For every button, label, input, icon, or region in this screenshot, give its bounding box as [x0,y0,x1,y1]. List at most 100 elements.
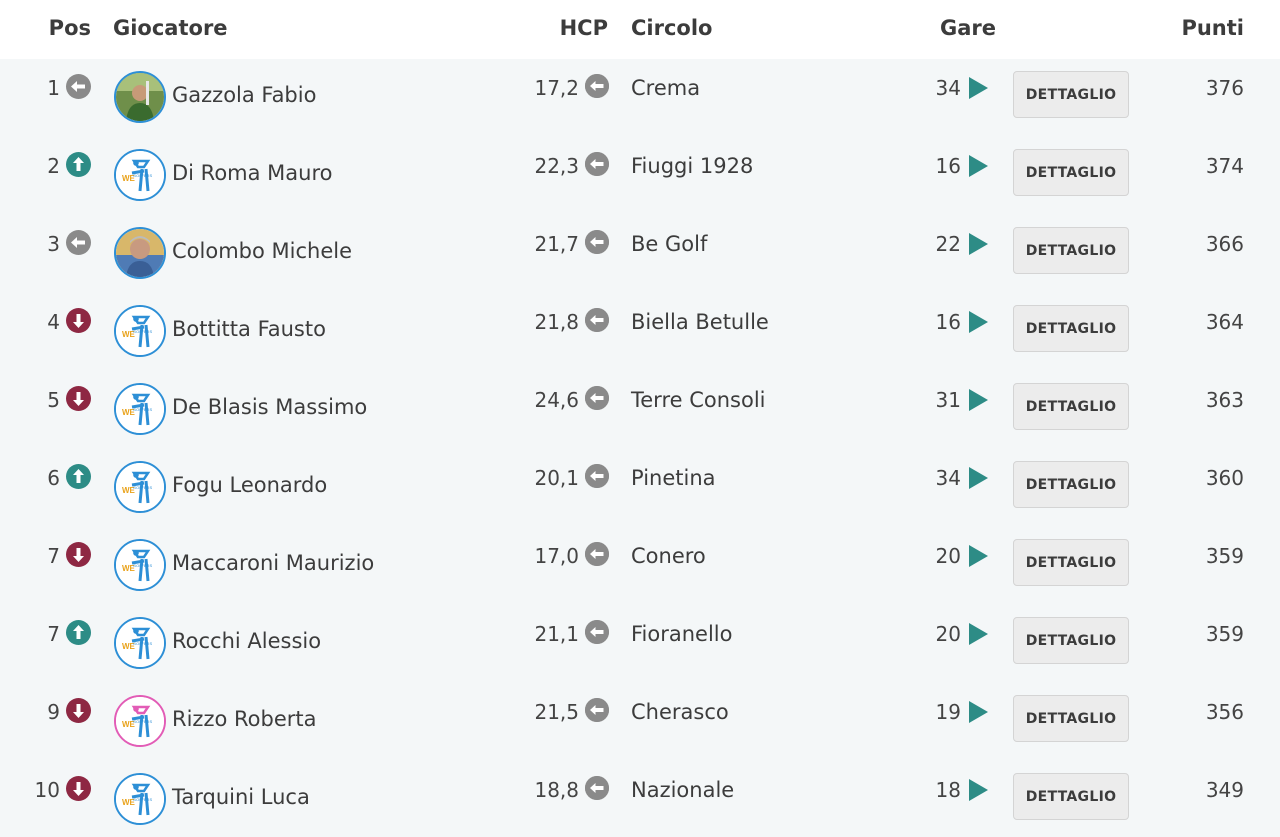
dettaglio-button[interactable]: DETTAGLIO [1013,149,1129,196]
table-row: 7 WE GOLFERS Maccaroni Maurizio 17,0 Conero 20… [0,527,1280,605]
play-icon[interactable] [969,233,988,255]
play-icon[interactable] [969,545,988,567]
player-points: 360 [1205,466,1244,490]
position-number: 6 [47,466,60,490]
races-count: 20 [935,544,961,568]
table-row: 10 WE GOLFERS Tarquini Luca 18,8 Nazionale 18 D… [0,761,1280,837]
player-club: Crema [631,76,701,100]
player-club: Biella Betulle [631,310,769,334]
player-name[interactable]: Colombo Michele [172,239,352,263]
svg-text:GOLFERS: GOLFERS [133,485,152,490]
hcp-trend-icon [585,308,609,332]
player-club: Pinetina [631,466,716,490]
player-avatar[interactable]: WE GOLFERS [114,305,166,357]
player-avatar[interactable]: WE GOLFERS [114,461,166,513]
player-club: Terre Consoli [631,388,766,412]
player-avatar[interactable]: WE GOLFERS [114,383,166,435]
races-count: 16 [935,310,961,334]
player-name[interactable]: Tarquini Luca [172,785,310,809]
races-count: 18 [935,778,961,802]
player-name[interactable]: Rizzo Roberta [172,707,316,731]
dettaglio-button[interactable]: DETTAGLIO [1013,773,1129,820]
position-number: 9 [47,700,60,724]
trend-down-icon [66,308,91,333]
player-avatar[interactable]: WE GOLFERS [114,773,166,825]
player-avatar[interactable]: WE GOLFERS [114,149,166,201]
player-club: Fioranello [631,622,733,646]
trend-up-icon [66,464,91,489]
play-icon[interactable] [969,77,988,99]
dettaglio-button[interactable]: DETTAGLIO [1013,227,1129,274]
player-hcp: 21,8 [534,310,579,334]
dettaglio-button[interactable]: DETTAGLIO [1013,539,1129,586]
trend-up-icon [66,152,91,177]
table-row: 3 Colombo Michele 21,7 Be Golf 22 DETTAGLIO 36… [0,215,1280,293]
dettaglio-button[interactable]: DETTAGLIO [1013,617,1129,664]
table-row: 4 WE GOLFERS Bottitta Fausto 21,8 Biella Betu… [0,293,1280,371]
player-name[interactable]: Bottitta Fausto [172,317,326,341]
player-avatar[interactable]: WE GOLFERS [114,617,166,669]
column-header-circolo: Circolo [631,16,713,40]
dettaglio-button[interactable]: DETTAGLIO [1013,305,1129,352]
svg-text:GOLFERS: GOLFERS [133,797,152,802]
column-header-punti: Punti [1181,16,1244,40]
player-hcp: 17,0 [534,544,579,568]
table-row: 2 WE GOLFERS Di Roma Mauro 22,3 Fiuggi 1928 16… [0,137,1280,215]
position-number: 10 [34,778,60,802]
player-hcp: 17,2 [534,76,579,100]
play-icon[interactable] [969,623,988,645]
player-name[interactable]: Di Roma Mauro [172,161,333,185]
player-name[interactable]: Gazzola Fabio [172,83,316,107]
hcp-trend-icon [585,464,609,488]
player-name[interactable]: De Blasis Massimo [172,395,367,419]
player-avatar[interactable]: WE GOLFERS [114,695,166,747]
races-count: 19 [935,700,961,724]
trend-down-icon [66,698,91,723]
hcp-trend-icon [585,542,609,566]
races-count: 16 [935,154,961,178]
play-icon[interactable] [969,155,988,177]
player-points: 356 [1205,700,1244,724]
player-avatar[interactable]: WE GOLFERS [114,539,166,591]
player-points: 363 [1205,388,1244,412]
trend-up-icon [66,620,91,645]
column-header-hcp: HCP [559,16,608,40]
position-number: 7 [47,544,60,568]
player-avatar[interactable] [114,227,166,279]
player-club: Fiuggi 1928 [631,154,754,178]
play-icon[interactable] [969,779,988,801]
svg-text:GOLFERS: GOLFERS [133,407,152,412]
table-row: 6 WE GOLFERS Fogu Leonardo 20,1 Pinetina 34 DET… [0,449,1280,527]
play-icon[interactable] [969,701,988,723]
position-number: 3 [47,232,60,256]
races-count: 22 [935,232,961,256]
player-points: 364 [1205,310,1244,334]
hcp-trend-icon [585,386,609,410]
player-name[interactable]: Rocchi Alessio [172,629,321,653]
player-name[interactable]: Fogu Leonardo [172,473,327,497]
dettaglio-button[interactable]: DETTAGLIO [1013,71,1129,118]
play-icon[interactable] [969,467,988,489]
player-hcp: 21,1 [534,622,579,646]
hcp-trend-icon [585,776,609,800]
player-name[interactable]: Maccaroni Maurizio [172,551,374,575]
player-avatar[interactable] [114,71,166,123]
dettaglio-button[interactable]: DETTAGLIO [1013,383,1129,430]
trend-down-icon [66,542,91,567]
position-number: 4 [47,310,60,334]
svg-text:GOLFERS: GOLFERS [133,641,152,646]
position-number: 5 [47,388,60,412]
trend-neutral-icon [66,74,91,99]
player-club: Be Golf [631,232,708,256]
trend-down-icon [66,776,91,801]
hcp-trend-icon [585,74,609,98]
play-icon[interactable] [969,389,988,411]
player-club: Conero [631,544,706,568]
races-count: 31 [935,388,961,412]
dettaglio-button[interactable]: DETTAGLIO [1013,461,1129,508]
trend-neutral-icon [66,230,91,255]
play-icon[interactable] [969,311,988,333]
player-points: 374 [1205,154,1244,178]
svg-text:GOLFERS: GOLFERS [133,173,152,178]
dettaglio-button[interactable]: DETTAGLIO [1013,695,1129,742]
